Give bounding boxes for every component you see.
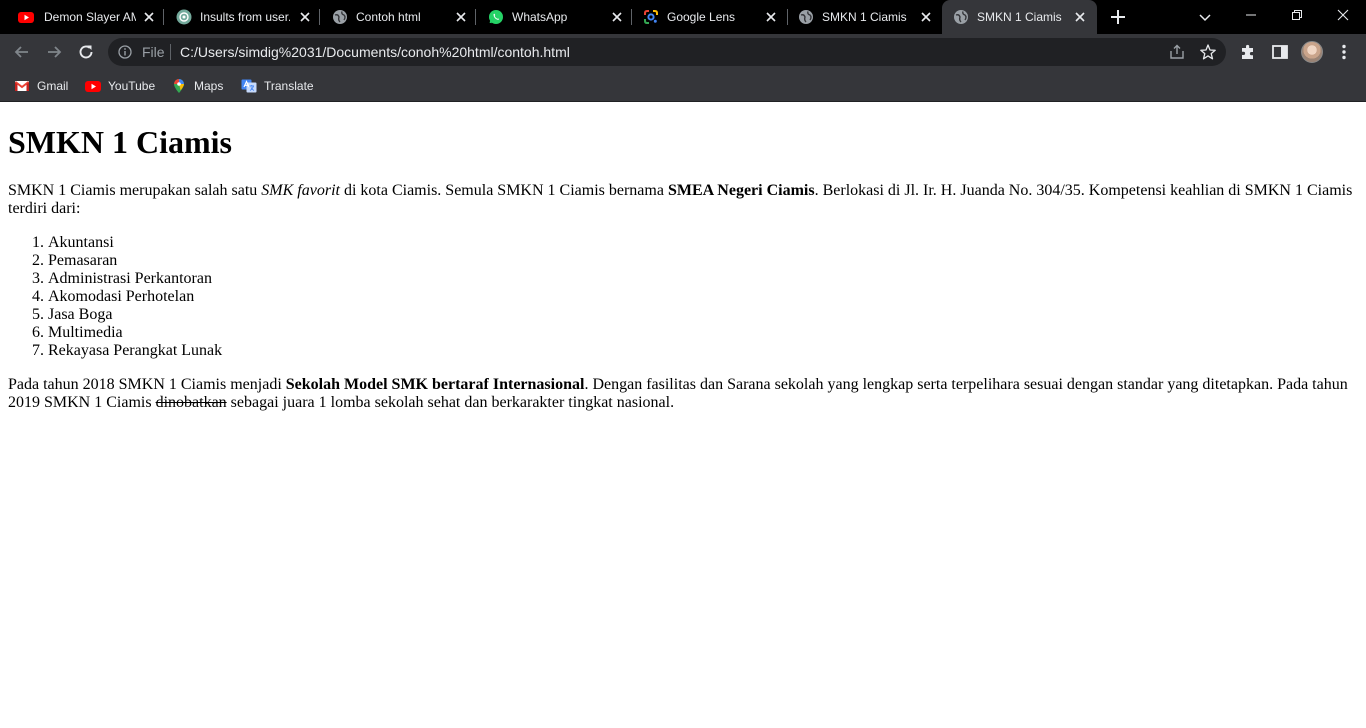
- google-lens-icon: [644, 10, 658, 24]
- maps-icon: [174, 79, 184, 93]
- browser-toolbar: File C:/Users/simdig%2031/Documents/cono…: [0, 34, 1366, 70]
- bookmark-star-icon[interactable]: [1199, 43, 1217, 61]
- bookmark-label: YouTube: [108, 79, 156, 93]
- tab-smkn-1-active[interactable]: SMKN 1 Ciamis: [942, 0, 1097, 34]
- list-item: Pemasaran: [48, 252, 1358, 270]
- tab-title: Demon Slayer AMV: [44, 10, 136, 24]
- chatgpt-icon: [176, 9, 192, 25]
- address-bar[interactable]: File C:/Users/simdig%2031/Documents/cono…: [108, 38, 1226, 66]
- gmail-icon: [14, 81, 30, 91]
- page-content: SMKN 1 Ciamis SMKN 1 Ciamis merupakan sa…: [0, 103, 1366, 728]
- bookmark-label: Maps: [194, 79, 224, 93]
- tab-insults[interactable]: Insults from user...: [164, 0, 320, 34]
- competency-list: Akuntansi Pemasaran Administrasi Perkant…: [8, 234, 1358, 360]
- tab-google-lens[interactable]: Google Lens: [632, 0, 788, 34]
- list-item: Akomodasi Perhotelan: [48, 288, 1358, 306]
- translate-icon: [241, 79, 257, 93]
- close-icon: [1337, 9, 1349, 21]
- tab-title: Insults from user...: [200, 10, 290, 24]
- tab-title: SMKN 1 Ciamis: [822, 10, 907, 24]
- back-icon[interactable]: [12, 42, 32, 62]
- list-item: Administrasi Perkantoran: [48, 270, 1358, 288]
- url-text[interactable]: C:/Users/simdig%2031/Documents/conoh%20h…: [180, 44, 570, 60]
- tab-whatsapp[interactable]: WhatsApp: [476, 0, 632, 34]
- tab-title: WhatsApp: [512, 10, 568, 24]
- globe-icon: [954, 10, 968, 24]
- minimize-icon: [1246, 14, 1256, 16]
- list-item: Multimedia: [48, 324, 1358, 342]
- list-item: Rekayasa Perangkat Lunak: [48, 342, 1358, 360]
- tab-strip: Demon Slayer AMV Insults from user... Co…: [0, 0, 1366, 34]
- close-icon[interactable]: [453, 9, 469, 25]
- intro-strong: SMEA Negeri Ciamis: [667, 182, 815, 199]
- youtube-icon: [85, 81, 101, 92]
- close-icon[interactable]: [763, 9, 779, 25]
- close-window-button[interactable]: [1320, 0, 1366, 30]
- restore-icon: [1292, 10, 1302, 20]
- intro-paragraph: SMKN 1 Ciamis merupakan salah satu SMK f…: [8, 182, 1358, 218]
- avatar[interactable]: [1301, 41, 1323, 63]
- close-icon[interactable]: [918, 9, 934, 25]
- tab-title: Contoh html: [356, 10, 421, 24]
- globe-icon: [799, 10, 813, 24]
- achievement-paragraph: Pada tahun 2018 SMKN 1 Ciamis menjadi Se…: [8, 376, 1358, 412]
- intro-emphasis: SMK favorit: [261, 182, 340, 199]
- extensions-icon[interactable]: [1238, 42, 1258, 62]
- bookmark-youtube[interactable]: YouTube: [85, 76, 155, 96]
- bookmark-maps[interactable]: Maps: [171, 76, 223, 96]
- globe-icon: [333, 10, 347, 24]
- bookmark-label: Gmail: [37, 79, 69, 93]
- bookmark-translate[interactable]: Translate: [241, 76, 314, 96]
- share-icon[interactable]: [1168, 43, 1186, 61]
- close-icon[interactable]: [141, 9, 157, 25]
- list-item: Akuntansi: [48, 234, 1358, 252]
- tab-title: SMKN 1 Ciamis: [977, 10, 1062, 24]
- close-icon[interactable]: [297, 9, 313, 25]
- reload-icon[interactable]: [76, 42, 96, 62]
- bookmark-gmail[interactable]: Gmail: [14, 76, 68, 96]
- achievement-strong: Sekolah Model SMK bertaraf Internasional: [285, 376, 585, 393]
- scheme-label: File: [142, 44, 165, 60]
- side-panel-icon[interactable]: [1270, 42, 1290, 62]
- forward-icon[interactable]: [44, 42, 64, 62]
- achievement-strikethrough: dinobatkan: [155, 394, 227, 411]
- info-icon[interactable]: [118, 45, 132, 59]
- list-item: Jasa Boga: [48, 306, 1358, 324]
- achievement-text-3: sebagai juara 1 lomba sekolah sehat dan …: [226, 394, 675, 411]
- tab-contoh-html[interactable]: Contoh html: [320, 0, 476, 34]
- intro-text-1: SMKN 1 Ciamis merupakan salah satu: [8, 182, 262, 199]
- whatsapp-icon: [489, 10, 503, 24]
- page-title: SMKN 1 Ciamis: [8, 124, 232, 160]
- achievement-text-1: Pada tahun 2018 SMKN 1 Ciamis menjadi: [8, 376, 286, 393]
- chevron-down-icon[interactable]: [1196, 8, 1214, 26]
- bookmark-label: Translate: [264, 79, 314, 93]
- tab-smkn-1[interactable]: SMKN 1 Ciamis: [788, 0, 942, 34]
- menu-kebab-icon[interactable]: [1334, 42, 1354, 62]
- minimize-button[interactable]: [1228, 0, 1274, 30]
- restore-button[interactable]: [1274, 0, 1320, 30]
- close-icon[interactable]: [1072, 9, 1088, 25]
- new-tab-icon[interactable]: [1108, 7, 1128, 27]
- intro-text-2: di kota Ciamis. Semula SMKN 1 Ciamis ber…: [339, 182, 668, 199]
- tab-title: Google Lens: [667, 10, 736, 24]
- omnibox-separator: [170, 44, 171, 60]
- tab-demon-slayer[interactable]: Demon Slayer AMV: [0, 0, 164, 34]
- bookmarks-bar: Gmail YouTube Maps Translate: [0, 70, 1366, 102]
- close-icon[interactable]: [609, 9, 625, 25]
- youtube-icon: [18, 12, 34, 23]
